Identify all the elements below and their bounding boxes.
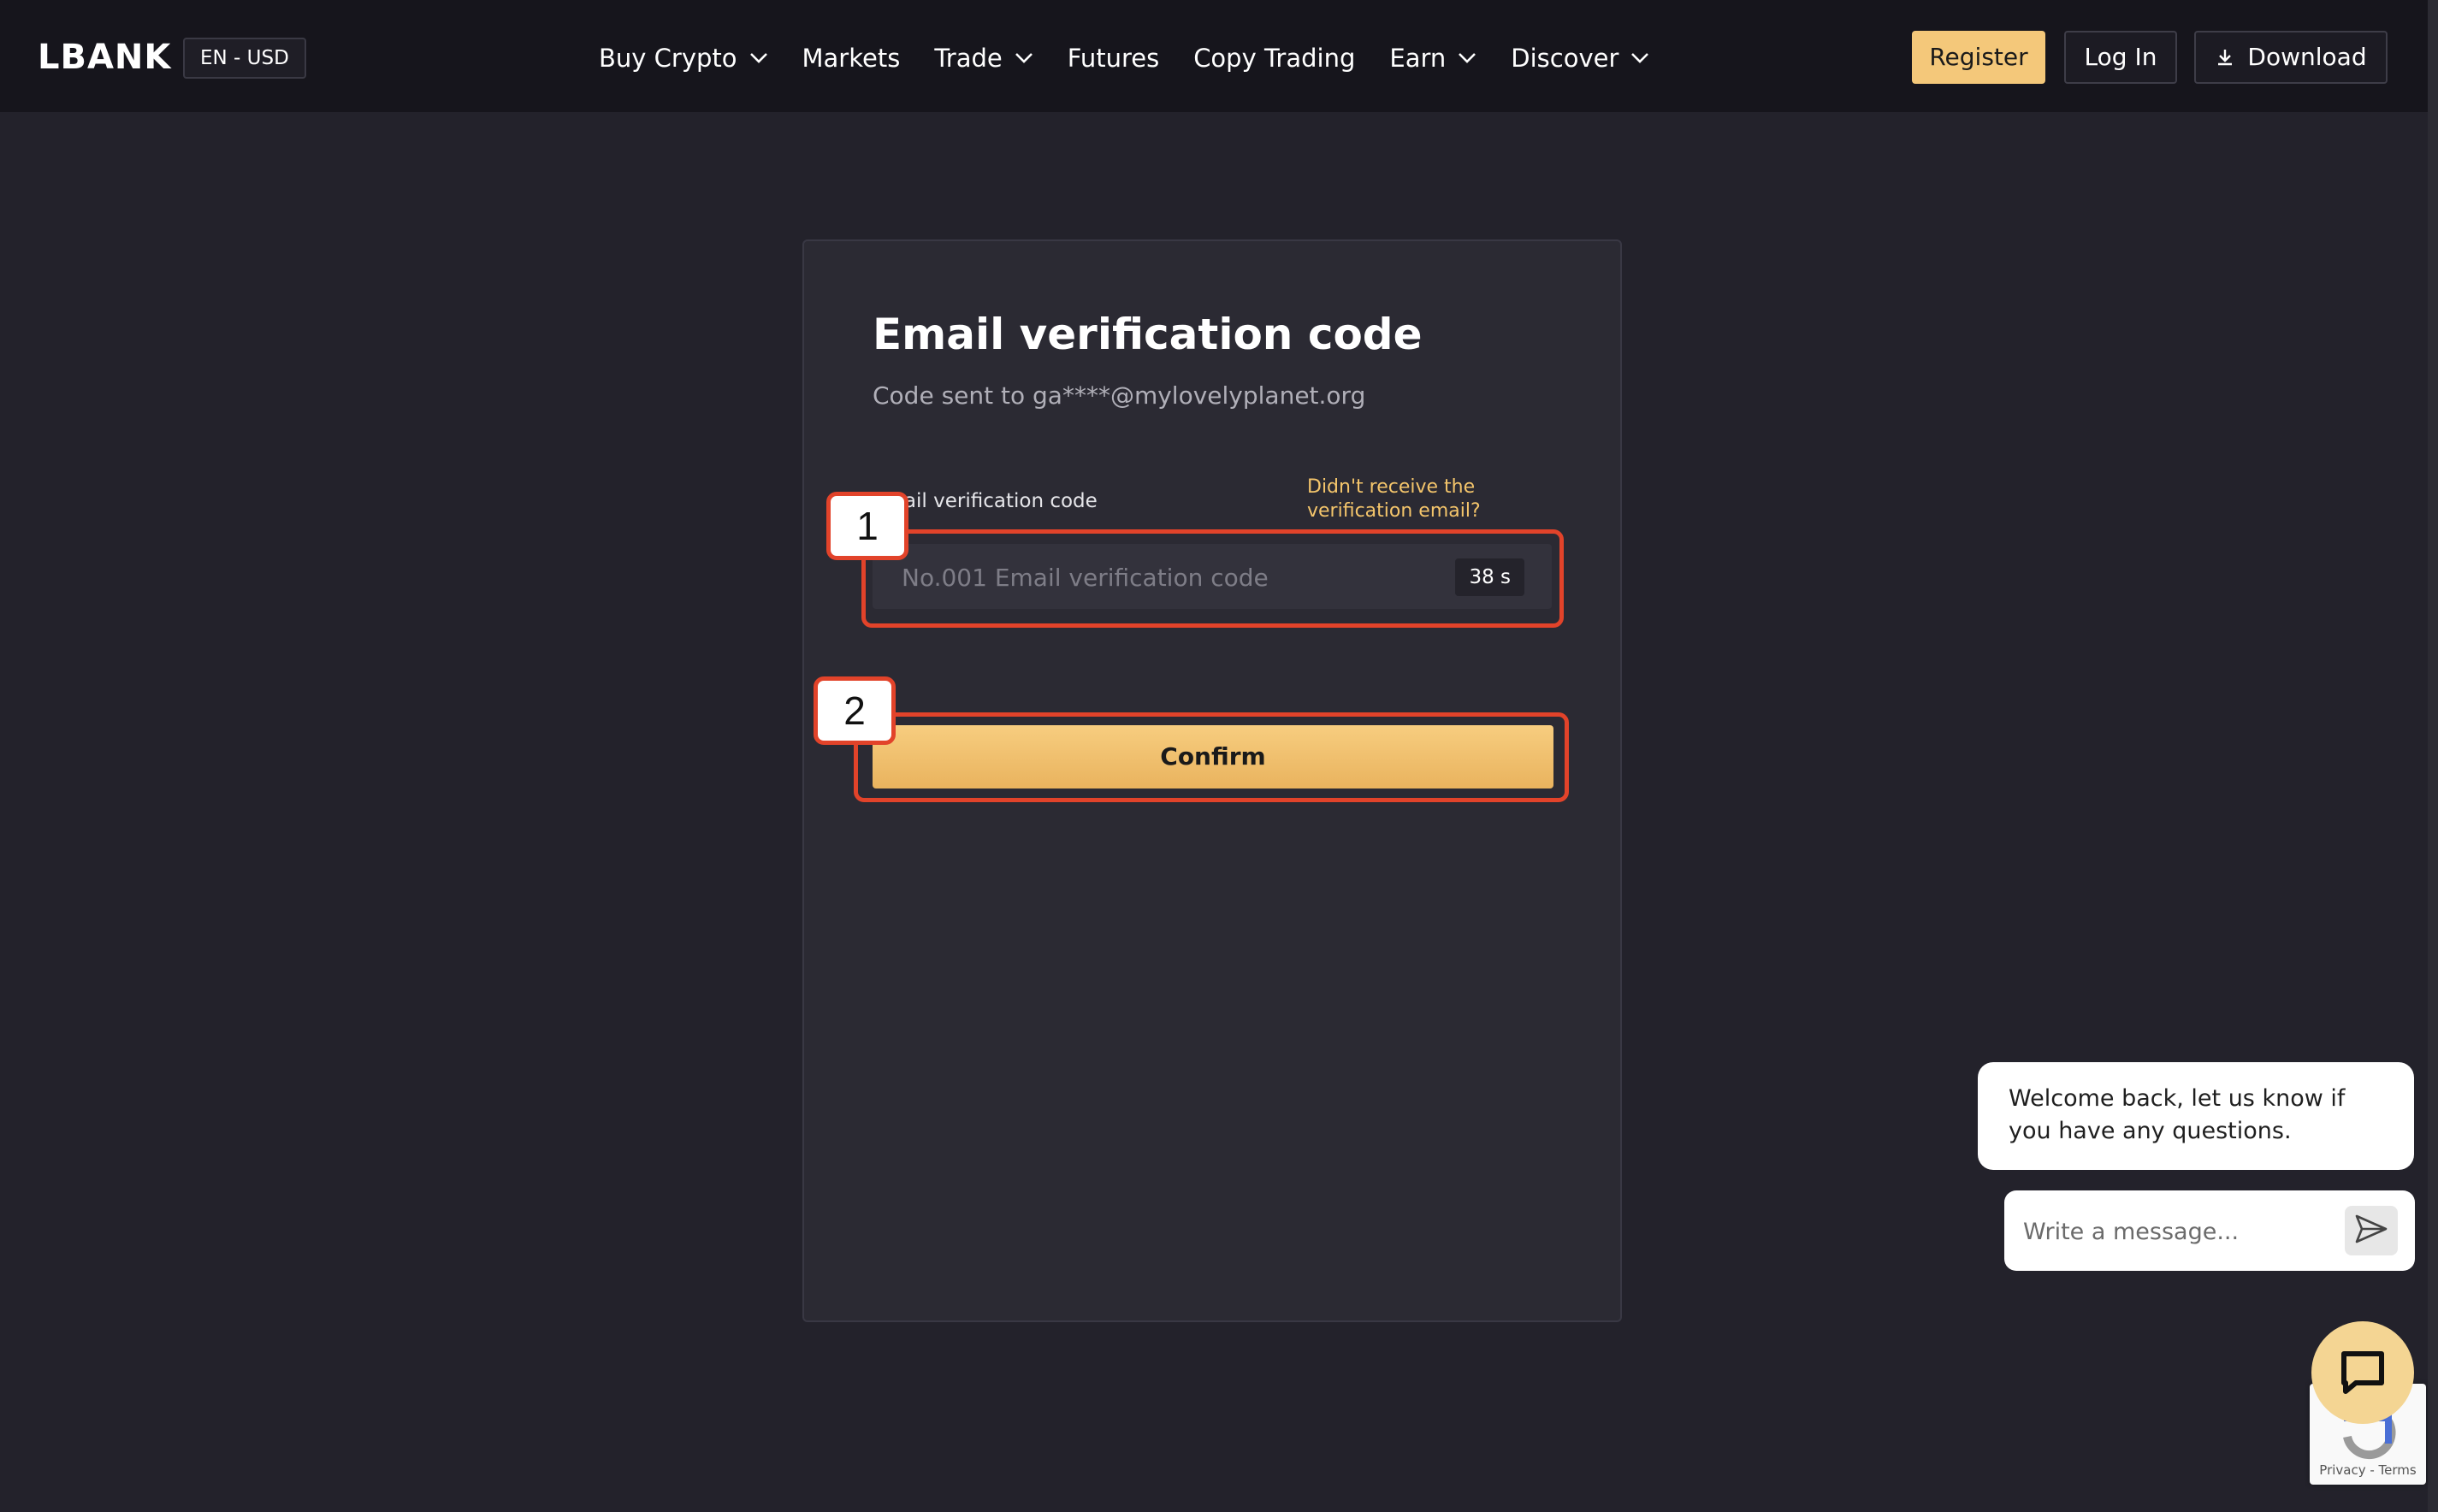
nav-markets[interactable]: Markets: [802, 34, 901, 82]
chat-icon: [2337, 1345, 2388, 1400]
nav-label: Discover: [1511, 44, 1619, 73]
chevron-down-icon: [1630, 52, 1649, 64]
nav-label: Markets: [802, 44, 901, 73]
step-badge-2: 2: [814, 676, 896, 745]
login-button[interactable]: Log In: [2064, 31, 2177, 84]
lbank-logo[interactable]: LBANK: [38, 36, 171, 79]
chat-launcher-button[interactable]: [2311, 1321, 2414, 1424]
chat-input-container: [2004, 1190, 2415, 1273]
download-button[interactable]: Download: [2194, 31, 2388, 84]
highlight-box-step-1: [861, 529, 1564, 628]
send-button[interactable]: [2345, 1206, 2398, 1255]
nav-futures[interactable]: Futures: [1068, 34, 1159, 82]
nav-buy-crypto[interactable]: Buy Crypto: [599, 34, 768, 82]
top-navigation-bar: LBANK EN - USD Buy Crypto Markets Trade …: [0, 0, 2438, 112]
nav-trade[interactable]: Trade: [934, 34, 1033, 82]
nav-label: Buy Crypto: [599, 44, 737, 73]
send-icon: [2354, 1214, 2388, 1248]
nav-earn[interactable]: Earn: [1389, 34, 1476, 82]
code-sent-text: Code sent to ga****@mylovelyplanet.org: [873, 381, 1366, 410]
nav-discover[interactable]: Discover: [1511, 34, 1649, 82]
chat-welcome-message: Welcome back, let us know if you have an…: [1978, 1062, 2414, 1170]
chevron-down-icon: [1015, 52, 1033, 64]
recaptcha-privacy-terms[interactable]: Privacy - Terms: [2310, 1462, 2426, 1478]
chevron-down-icon: [1458, 52, 1476, 64]
register-button[interactable]: Register: [1912, 31, 2045, 84]
nav-label: Trade: [934, 44, 1003, 73]
download-icon: [2215, 47, 2235, 68]
nav-label: Futures: [1067, 44, 1160, 73]
main-nav: Buy Crypto Markets Trade Futures Copy Tr…: [599, 34, 1684, 82]
nav-label: Copy Trading: [1193, 44, 1356, 73]
download-label: Download: [2247, 43, 2367, 71]
nav-copy-trading[interactable]: Copy Trading: [1193, 34, 1355, 82]
chevron-down-icon: [749, 52, 768, 64]
highlight-box-step-2: [854, 712, 1569, 802]
chat-message-input[interactable]: [2021, 1190, 2350, 1273]
resend-email-link[interactable]: Didn't receive the verification email?: [1307, 475, 1504, 523]
locale-selector[interactable]: EN - USD: [183, 38, 306, 79]
page-scrollbar[interactable]: [2428, 0, 2438, 1512]
step-badge-1: 1: [826, 492, 908, 560]
page-title: Email verification code: [873, 310, 1423, 359]
nav-label: Earn: [1389, 44, 1447, 73]
